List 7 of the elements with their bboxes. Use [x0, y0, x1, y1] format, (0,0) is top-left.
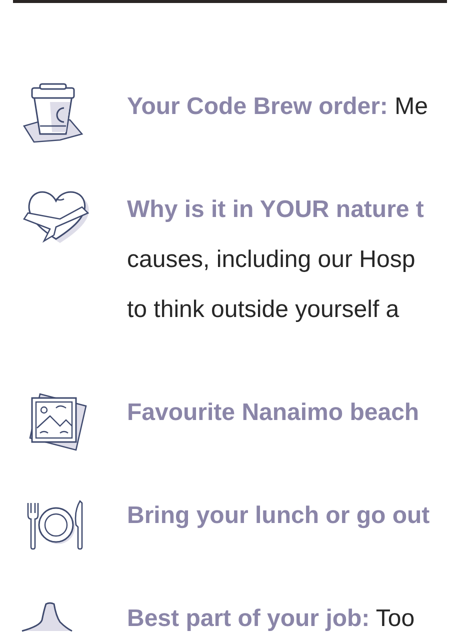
question-text: Favourite Nanaimo beach: [127, 398, 420, 428]
answer-text: to think outside yourself a: [127, 295, 400, 325]
question-text: Bring your lunch or go out: [127, 501, 430, 531]
answer-text: causes, including our Hosp: [127, 245, 416, 275]
question-answer-text: Your Code Brew order: Me: [127, 92, 428, 122]
question-text: Why is it in YOUR nature t: [127, 195, 424, 225]
question-answer-text: Best part of your job: Too: [127, 604, 415, 634]
